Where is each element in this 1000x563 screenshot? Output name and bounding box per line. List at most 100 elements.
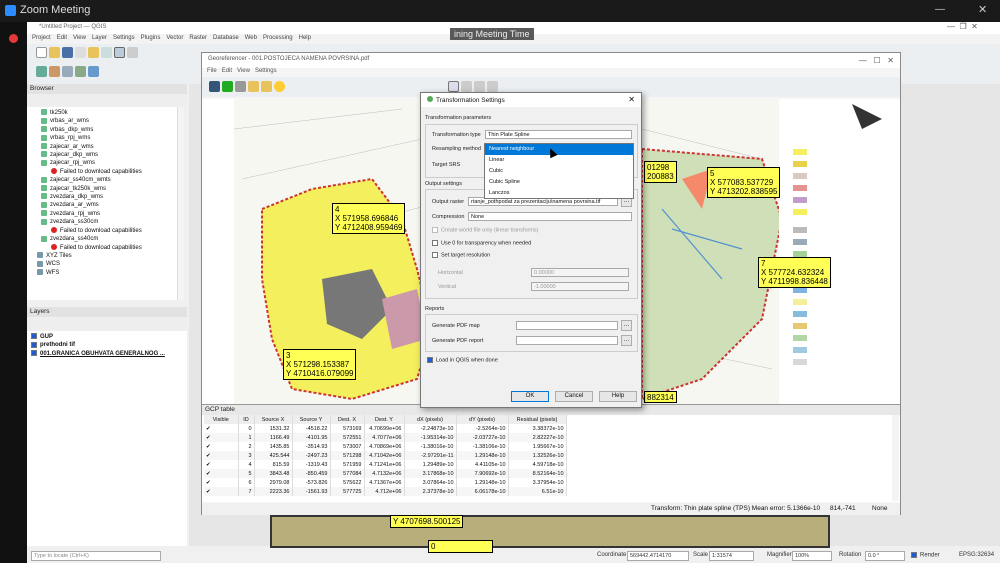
gcp-cell[interactable]: 2.37378e-10 [404, 487, 457, 496]
menu-database[interactable]: Database [213, 35, 239, 41]
gcp-cell[interactable]: -2.03727e-10 [456, 433, 509, 442]
load-in-qgis-option[interactable]: Load in QGIS when done [427, 357, 498, 363]
gcp-cell[interactable]: -1.38016e-10 [404, 442, 457, 451]
gcp-cell[interactable]: 3 [238, 451, 255, 460]
gcp-cell[interactable]: 573169 [330, 424, 365, 433]
new-project-icon[interactable] [36, 47, 47, 58]
start-georeferencing-icon[interactable] [222, 81, 233, 92]
gcp-cell[interactable]: 572551 [330, 433, 365, 442]
option-cubic-spline[interactable]: Cubic Spline [485, 177, 633, 188]
georef-menu-file[interactable]: File [207, 68, 217, 74]
layer-checkbox[interactable] [31, 350, 37, 357]
gcp-cell[interactable]: 1.29489e-10 [404, 460, 457, 469]
browser-item[interactable]: vrbas_ar_wms [37, 117, 184, 125]
gcp-cell[interactable]: 3843.48 [254, 469, 293, 478]
save-project-icon[interactable] [62, 47, 73, 58]
render-toggle[interactable]: Render [911, 552, 940, 559]
add-mesh-icon[interactable] [62, 66, 73, 77]
gcp-cell[interactable]: -2.24873e-10 [404, 424, 457, 433]
gcp-visible-checkbox[interactable]: ✔ [204, 469, 239, 478]
gcp-cell[interactable]: -1319.43 [292, 460, 331, 469]
pdf-map-browse-button[interactable]: … [621, 320, 632, 331]
col-dx[interactable]: dX (pixels) [404, 415, 457, 424]
browser-item[interactable]: WFS [37, 269, 184, 277]
browser-error-item[interactable]: Failed to download capabilities [37, 168, 184, 176]
georef-pan-icon[interactable] [447, 81, 459, 92]
gcp-table-row[interactable]: ✔ 5 3843.48 -850.459 577084 4.7132e+06 3.17868… [204, 469, 567, 478]
georef-maximize-button[interactable]: ☐ [873, 56, 880, 65]
world-file-checkbox[interactable] [432, 227, 438, 233]
browser-item[interactable]: zvezdara_ss40cm [37, 235, 184, 243]
gcp-cell[interactable]: 4.70699e+06 [364, 424, 405, 433]
gcp-table-row[interactable]: ✔ 0 1531.32 -4518.22 573169 4.70699e+06 -2.248… [204, 424, 567, 433]
gcp-cell[interactable]: -2.97291e-11 [404, 451, 457, 460]
gcp-cell[interactable]: -850.459 [292, 469, 331, 478]
browser-error-item[interactable]: Failed to download capabilities [37, 243, 184, 252]
gcp-cell[interactable]: 4.71241e+06 [364, 460, 405, 469]
zoom-close-button[interactable]: ✕ [978, 3, 987, 16]
gcp-table-row[interactable]: ✔ 3 425.544 -2497.23 571298 4.71042e+06 -2.972… [204, 451, 567, 460]
scale-field[interactable]: 1:31574 [709, 551, 754, 561]
gcp-cell[interactable]: -1.38106e-10 [456, 442, 509, 451]
set-resolution-checkbox[interactable] [432, 252, 438, 258]
gcp-cell[interactable]: -2.5264e-10 [456, 424, 509, 433]
locate-search-input[interactable]: Type to locate (Ctrl+K) [31, 551, 161, 561]
gcp-cell[interactable]: -3514.93 [292, 442, 331, 451]
generate-gdal-script-icon[interactable] [235, 81, 246, 92]
gcp-cell[interactable]: 815.59 [254, 460, 293, 469]
gcp-cell[interactable]: 1.29148e-10 [456, 478, 509, 487]
layer-row[interactable]: GUP [31, 333, 183, 341]
col-source-y[interactable]: Source Y [292, 415, 331, 424]
transformation-type-select[interactable]: Thin Plate Spline [485, 130, 632, 139]
col-source-x[interactable]: Source X [254, 415, 293, 424]
gcp-cell[interactable]: 4.70869e+06 [364, 442, 405, 451]
add-wms-icon[interactable] [88, 66, 99, 77]
rotation-field[interactable]: 0.0 ° [865, 551, 905, 561]
browser-item[interactable]: zvezdara_dkp_wms [37, 193, 184, 201]
gcp-cell[interactable]: -2497.23 [292, 451, 331, 460]
layer-row[interactable]: 001.GRANICA OBUHVATA GENERALNOG ... [31, 350, 183, 358]
resampling-method-dropdown[interactable]: Nearest neighbour Linear Cubic Cubic Spl… [484, 143, 634, 199]
georef-minimize-button[interactable]: — [859, 56, 867, 65]
gcp-cell[interactable]: 1531.32 [254, 424, 293, 433]
col-id[interactable]: ID [238, 415, 255, 424]
gcp-cell[interactable]: 1 [238, 433, 255, 442]
gcp-cell[interactable]: 2 [238, 442, 255, 451]
gcp-cell[interactable]: 1435.85 [254, 442, 293, 451]
menu-settings[interactable]: Settings [113, 35, 135, 41]
load-in-qgis-checkbox[interactable] [427, 357, 433, 363]
zoom-minimize-button[interactable]: — [935, 4, 945, 15]
georef-menu-view[interactable]: View [237, 68, 250, 74]
coordinate-field[interactable]: 569442,4714170 [627, 551, 689, 561]
ok-button[interactable]: OK [511, 391, 549, 402]
gcp-cell[interactable]: 1.32526e-10 [508, 451, 567, 460]
menu-project[interactable]: Project [32, 35, 51, 41]
gcp-cell[interactable]: 5 [238, 469, 255, 478]
gcp-visible-checkbox[interactable]: ✔ [204, 478, 239, 487]
gcp-cell[interactable]: 6.06178e-10 [456, 487, 509, 496]
style-manager-icon[interactable] [101, 47, 112, 58]
open-project-icon[interactable] [49, 47, 60, 58]
gcp-cell[interactable]: 571959 [330, 460, 365, 469]
world-file-option[interactable]: Create world file only (linear transform… [432, 227, 539, 233]
gcp-table-row[interactable]: ✔ 2 1435.85 -3514.93 573007 4.70869e+06 -1.380… [204, 442, 567, 451]
add-csv-icon[interactable] [75, 66, 86, 77]
col-residual[interactable]: Residual (pixels) [508, 415, 567, 424]
zoom-to-layer-icon[interactable] [486, 81, 498, 92]
gcp-visible-checkbox[interactable]: ✔ [204, 433, 239, 442]
gcp-table-row[interactable]: ✔ 6 2979.08 -573.826 575622 4.71367e+06 3.0786… [204, 478, 567, 487]
menu-plugins[interactable]: Plugins [141, 35, 161, 41]
browser-item[interactable]: zvezdara_ss30cm [37, 218, 184, 226]
gcp-cell[interactable]: 4.41105e-10 [456, 460, 509, 469]
gcp-table-row[interactable]: ✔ 7 2223.36 -1561.93 577725 4.712e+06 2.37378e… [204, 487, 567, 496]
col-dest-x[interactable]: Dest. X [330, 415, 365, 424]
browser-item[interactable]: vrbas_rpj_wms [37, 134, 184, 142]
dialog-close-button[interactable]: ✕ [628, 95, 635, 104]
qgis-minimize-button[interactable]: — [947, 22, 955, 31]
gcp-cell[interactable]: 4.59718e-10 [508, 460, 567, 469]
menu-vector[interactable]: Vector [166, 35, 183, 41]
open-raster-icon[interactable] [209, 81, 220, 92]
use0-checkbox[interactable] [432, 240, 438, 246]
pan-icon[interactable] [114, 47, 125, 58]
browser-item[interactable]: zajecar_ss40cm_wmts [37, 176, 184, 184]
